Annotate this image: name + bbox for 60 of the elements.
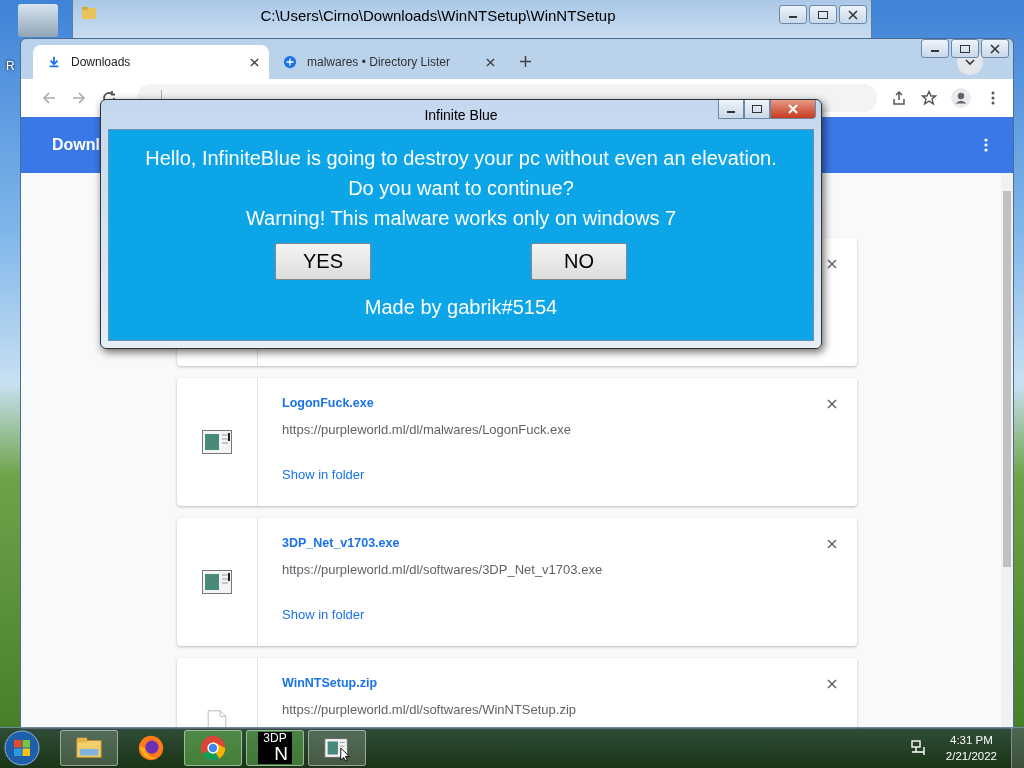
more-icon[interactable] (983, 137, 989, 153)
dialog-button[interactable]: NO (531, 243, 627, 280)
close-tab-icon[interactable] (250, 57, 259, 67)
star-icon[interactable] (921, 90, 937, 106)
remove-icon[interactable] (827, 539, 837, 549)
message-text: Do you want to continue? (348, 176, 574, 201)
clock[interactable]: 4:31 PM 2/21/2022 (945, 732, 997, 764)
show-in-folder-link[interactable]: Show in folder (282, 607, 857, 622)
page-title: Downl (52, 136, 100, 154)
browser-icon (198, 733, 228, 763)
network-icon[interactable] (909, 739, 928, 757)
remove-icon[interactable] (827, 399, 837, 409)
download-url: https://purpleworld.ml/dl/softwares/3DP_Net_v1703.exe (282, 562, 604, 577)
scrollbar[interactable] (1001, 173, 1013, 729)
close-icon (788, 104, 798, 114)
file-name-link[interactable]: 3DP_Net_v1703.exe (282, 536, 857, 550)
close-button[interactable] (981, 39, 1009, 58)
show-in-folder-link[interactable]: Show in folder (282, 467, 857, 482)
show-desktop-button[interactable] (1011, 728, 1024, 768)
minimize-button[interactable] (718, 100, 744, 119)
browser-icon (136, 733, 166, 763)
credit-text: Made by gabrik#5154 (364, 296, 558, 319)
folder-icon (81, 5, 97, 21)
globe-icon (283, 55, 297, 69)
window-title: C:\Users\Cirno\Downloads\WinNTSetup\WinNTSetup (259, 6, 617, 26)
browser-tab[interactable]: malwares • Directory Lister (269, 45, 505, 79)
new-tab-icon[interactable] (519, 55, 532, 68)
maximize-button[interactable] (951, 39, 979, 58)
app-icon: 3DP N (258, 732, 292, 764)
app-window-icon (202, 570, 232, 594)
taskbar-app-button[interactable]: 3DP N (246, 730, 304, 766)
download-url: https://purpleworld.ml/dl/malwares/LogonFuck.exe (282, 422, 573, 437)
maximize-button[interactable] (809, 5, 837, 24)
dialog-button[interactable]: YES (275, 243, 371, 280)
minimize-button[interactable] (921, 39, 949, 58)
close-button[interactable] (839, 5, 867, 24)
app-window-icon (202, 430, 232, 454)
profile-icon[interactable] (951, 88, 971, 108)
file-name-link[interactable]: WinNTSetup.zip (282, 676, 857, 690)
remove-icon[interactable] (827, 259, 837, 269)
remove-icon[interactable] (827, 679, 837, 689)
close-tab-icon[interactable] (486, 57, 495, 67)
share-icon[interactable] (891, 90, 907, 106)
file-name-link[interactable]: LogonFuck.exe (282, 396, 857, 410)
message-text: Warning! This malware works only on windows 7 (245, 206, 677, 231)
dialog-title: Infinite Blue (423, 106, 499, 123)
start-button[interactable] (4, 730, 40, 766)
close-icon (990, 43, 1000, 54)
desktop-icon-label: R (6, 59, 15, 73)
chevron-down-icon (964, 56, 976, 68)
download-icon (47, 55, 61, 69)
taskbar-app-button[interactable] (60, 730, 118, 766)
message-text: Hello, InfiniteBlue is going to destroy your pc without even an elevation. (145, 146, 777, 171)
browser-tab[interactable]: Downloads (33, 45, 269, 79)
taskbar-app-button[interactable] (184, 730, 242, 766)
download-url: https://purpleworld.ml/dl/softwares/WinNTSetup.zip (282, 702, 578, 717)
minimize-button[interactable] (779, 5, 807, 24)
maximize-button[interactable] (744, 100, 770, 119)
close-icon (848, 9, 858, 20)
taskbar-app-button[interactable] (308, 730, 366, 766)
